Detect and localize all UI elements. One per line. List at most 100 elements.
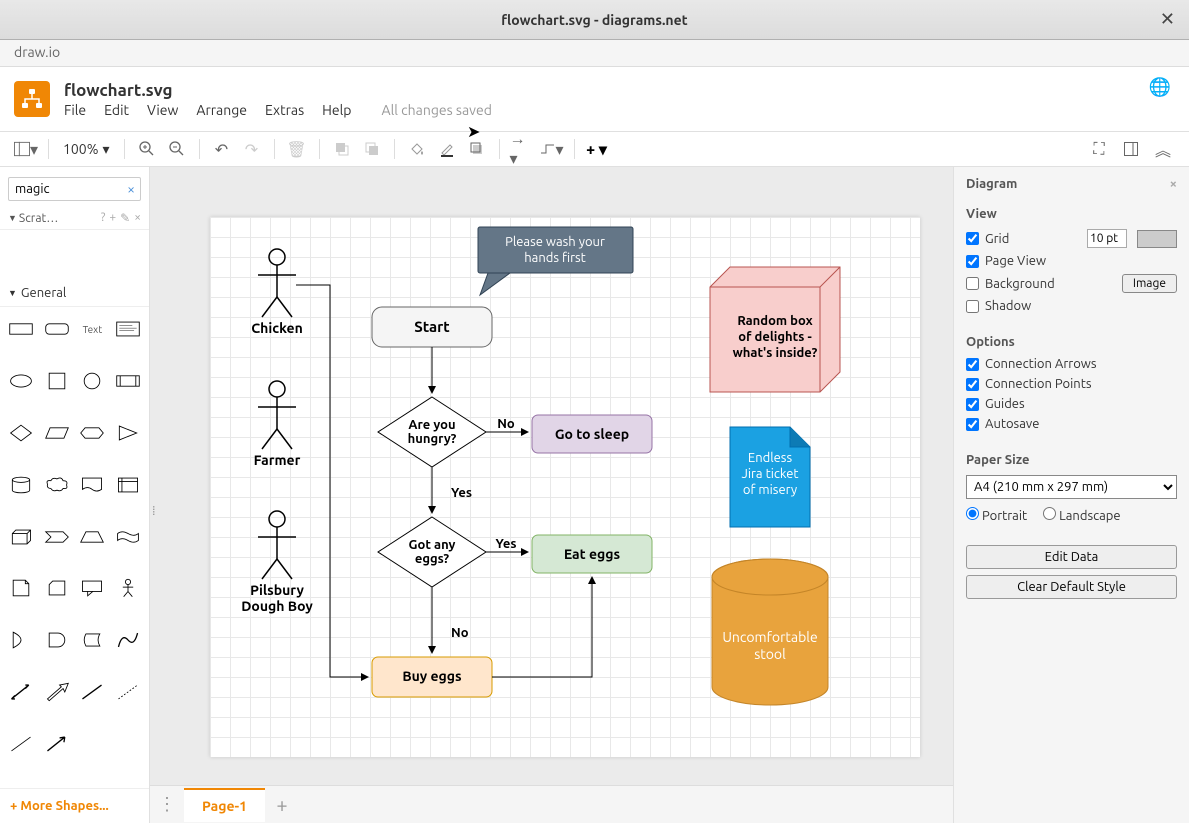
- menu-extras[interactable]: Extras: [265, 102, 304, 118]
- shape-dir-arrow[interactable]: [40, 730, 74, 758]
- shape-curve[interactable]: [111, 626, 145, 654]
- shape-rounded-rect[interactable]: [40, 315, 74, 343]
- shape-line2[interactable]: [4, 730, 38, 758]
- to-front-icon[interactable]: [330, 137, 354, 161]
- shape-square[interactable]: [40, 367, 74, 395]
- splitter-handle-icon[interactable]: ⡇: [150, 495, 160, 525]
- to-back-icon[interactable]: [360, 137, 384, 161]
- node-decision-eggs[interactable]: Got any eggs?: [378, 517, 486, 587]
- shape-hexagon[interactable]: [76, 419, 110, 447]
- callout-wash-hands[interactable]: Please wash your hands first: [478, 227, 633, 295]
- shape-textbox[interactable]: [111, 315, 145, 343]
- shape-tape[interactable]: [111, 523, 145, 551]
- format-panel-icon[interactable]: [1119, 137, 1143, 161]
- shape-dashed-line[interactable]: [111, 678, 145, 706]
- language-icon[interactable]: 🌐: [1149, 77, 1171, 98]
- shape-text[interactable]: Text: [76, 315, 110, 343]
- redo-icon[interactable]: ↷: [240, 137, 264, 161]
- format-panel-close-icon[interactable]: ×: [1170, 177, 1177, 191]
- waypoint-icon[interactable]: ▾: [540, 137, 564, 161]
- scratchpad-help-icon[interactable]: ?: [101, 211, 106, 225]
- edit-data-button[interactable]: Edit Data: [966, 545, 1177, 569]
- shape-line[interactable]: [76, 678, 110, 706]
- shape-circle[interactable]: [76, 367, 110, 395]
- shape-search-input[interactable]: [8, 177, 141, 201]
- autosave-checkbox[interactable]: [966, 418, 979, 431]
- scratchpad-close-icon[interactable]: ×: [134, 211, 141, 225]
- shape-arrow-thick[interactable]: [40, 678, 74, 706]
- edge-buy-eat[interactable]: [492, 577, 592, 677]
- shape-bidir-arrow[interactable]: [4, 678, 38, 706]
- filename[interactable]: flowchart.svg: [64, 81, 492, 100]
- scratchpad-add-icon[interactable]: +: [109, 211, 116, 225]
- shape-cylinder[interactable]: [4, 471, 38, 499]
- portrait-radio[interactable]: [966, 507, 979, 520]
- shape-rect[interactable]: [4, 315, 38, 343]
- background-checkbox[interactable]: [966, 277, 979, 290]
- canvas-area[interactable]: ⡇ Chicken Farmer: [150, 167, 953, 823]
- node-sleep[interactable]: Go to sleep: [532, 415, 652, 453]
- shape-or[interactable]: [4, 626, 38, 654]
- menu-file[interactable]: File: [64, 102, 86, 118]
- general-section-header[interactable]: ▼General: [0, 280, 149, 307]
- sidebar-toggle-icon[interactable]: ▾: [14, 137, 38, 161]
- undo-icon[interactable]: ↶: [210, 137, 234, 161]
- grid-checkbox[interactable]: [966, 232, 979, 245]
- shape-cloud[interactable]: [40, 471, 74, 499]
- shape-callout[interactable]: [76, 574, 110, 602]
- shadow-checkbox[interactable]: [966, 300, 979, 313]
- shape-note[interactable]: [4, 574, 38, 602]
- actor-farmer[interactable]: Farmer: [254, 381, 301, 468]
- shape-cylinder-stool[interactable]: Uncomfortable stool: [712, 559, 828, 705]
- zoom-level[interactable]: 100% ▾: [59, 139, 114, 160]
- node-start[interactable]: Start: [372, 307, 492, 347]
- shape-step[interactable]: [40, 523, 74, 551]
- shape-jira-note[interactable]: Endless Jira ticket of misery: [730, 427, 810, 527]
- shape-document[interactable]: [76, 471, 110, 499]
- conn-points-checkbox[interactable]: [966, 378, 979, 391]
- shape-internal-storage[interactable]: [111, 471, 145, 499]
- connection-icon[interactable]: → ▾: [510, 137, 534, 161]
- shape-trapezoid[interactable]: [76, 523, 110, 551]
- actor-chicken[interactable]: Chicken: [251, 249, 303, 336]
- window-close-icon[interactable]: ✕: [1160, 9, 1175, 30]
- menu-view[interactable]: View: [147, 102, 178, 118]
- scratchpad-edit-icon[interactable]: ✎: [120, 211, 130, 225]
- background-image-button[interactable]: Image: [1122, 274, 1177, 293]
- collapse-icon[interactable]: ︽: [1151, 137, 1175, 161]
- insert-icon[interactable]: + ▾: [585, 137, 609, 161]
- pageview-checkbox[interactable]: [966, 255, 979, 268]
- fullscreen-icon[interactable]: ⛶: [1087, 137, 1111, 161]
- page-tab-1[interactable]: Page-1: [184, 788, 265, 822]
- shape-card[interactable]: [40, 574, 74, 602]
- menu-arrange[interactable]: Arrange: [196, 102, 247, 118]
- paper-size-select[interactable]: A4 (210 mm x 297 mm): [966, 475, 1177, 499]
- node-eat[interactable]: Eat eggs: [532, 535, 652, 573]
- shape-and[interactable]: [40, 626, 74, 654]
- guides-checkbox[interactable]: [966, 398, 979, 411]
- shape-cube[interactable]: [4, 523, 38, 551]
- zoom-out-icon[interactable]: [165, 137, 189, 161]
- add-page-icon[interactable]: +: [265, 793, 299, 816]
- fill-color-icon[interactable]: [405, 137, 429, 161]
- more-shapes-button[interactable]: + More Shapes...: [0, 788, 149, 823]
- grid-color-swatch[interactable]: [1137, 230, 1177, 248]
- node-decision-hungry[interactable]: Are you hungry?: [378, 397, 486, 467]
- conn-arrows-checkbox[interactable]: [966, 358, 979, 371]
- shape-diamond[interactable]: [4, 419, 38, 447]
- shape-data-storage[interactable]: [76, 626, 110, 654]
- shape-parallelogram[interactable]: [40, 419, 74, 447]
- shape-3d-box[interactable]: Random box of delights - what's inside?: [710, 267, 840, 392]
- actor-doughboy[interactable]: Pilsbury Dough Boy: [241, 511, 313, 614]
- delete-icon[interactable]: 🗑: [285, 137, 309, 161]
- line-color-icon[interactable]: [435, 137, 459, 161]
- tab-menu-icon[interactable]: ⋮: [150, 794, 184, 815]
- zoom-in-icon[interactable]: [135, 137, 159, 161]
- scratchpad-header[interactable]: ▼Scrat… ?+✎×: [0, 207, 149, 230]
- shape-ellipse[interactable]: [4, 367, 38, 395]
- edge-chicken-buy[interactable]: [296, 285, 368, 677]
- shape-process[interactable]: [111, 367, 145, 395]
- shape-triangle[interactable]: [111, 419, 145, 447]
- shape-actor[interactable]: [111, 574, 145, 602]
- search-clear-icon[interactable]: ×: [127, 181, 135, 197]
